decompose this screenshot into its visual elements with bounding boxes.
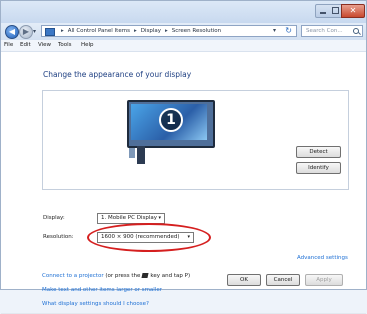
identify-button[interactable]: Identify (296, 162, 341, 174)
breadcrumb-screen-resolution[interactable]: Screen Resolution (172, 28, 221, 34)
screen-resolution-window: ✕ ◀ ▶ ▾ ▸ All Control Panel Items ▸ Display… (0, 0, 367, 314)
back-button[interactable]: ◀ (5, 25, 19, 39)
ok-button[interactable]: OK (227, 274, 261, 286)
menu-file[interactable]: File (4, 40, 13, 51)
breadcrumb-separator-icon: ▸ (61, 28, 64, 34)
display-settings-help-link[interactable]: What display settings should I choose? (42, 301, 149, 307)
projector-hint-text: (or press the (105, 273, 141, 279)
apply-button[interactable]: Apply (305, 274, 343, 286)
monitor-decoration (129, 148, 135, 158)
projector-link-row: Connect to a projector (or press the key … (42, 273, 190, 279)
close-button[interactable]: ✕ (341, 4, 365, 18)
recent-pages-dropdown-icon[interactable]: ▾ (33, 28, 36, 35)
display-preview-panel: 1 (42, 90, 349, 190)
menu-edit[interactable]: Edit (20, 40, 31, 51)
control-panel-icon (45, 28, 55, 36)
connect-projector-link[interactable]: Connect to a projector (42, 273, 104, 279)
menu-bar: File Edit View Tools Help (1, 40, 366, 52)
windows-key-icon (141, 273, 149, 278)
menu-help[interactable]: Help (81, 40, 94, 51)
text-size-link[interactable]: Make text and other items larger or smal… (42, 287, 162, 293)
page-title: Change the appearance of your display (43, 70, 192, 79)
detect-button[interactable]: Detect (296, 146, 341, 158)
refresh-icon[interactable]: ↻ (285, 26, 292, 36)
menu-tools[interactable]: Tools (58, 40, 72, 51)
breadcrumb-all-control-panel-items[interactable]: All Control Panel Items (68, 28, 130, 34)
title-bar: ✕ (1, 1, 366, 23)
monitor-number-badge: 1 (159, 108, 183, 132)
monitor-stand (137, 146, 145, 164)
monitor-screen: 1 (131, 104, 207, 140)
breadcrumb-separator-icon: ▸ (164, 28, 168, 34)
search-icon[interactable] (353, 28, 359, 34)
search-placeholder: Search Con... (306, 28, 343, 34)
display-select-value: 1. Mobile PC Display (101, 215, 157, 221)
breadcrumb-display[interactable]: Display (141, 28, 161, 34)
resolution-label: Resolution: (43, 234, 74, 240)
search-box[interactable]: Search Con... (301, 25, 363, 37)
monitor-icon[interactable]: 1 (127, 100, 215, 148)
navigation-bar: ◀ ▶ ▾ ▸ All Control Panel Items ▸ Display ▸ S… (1, 23, 366, 40)
menu-view[interactable]: View (38, 40, 51, 51)
cancel-button[interactable]: Cancel (266, 274, 300, 286)
address-bar[interactable]: ▸ All Control Panel Items ▸ Display ▸ Screen … (41, 25, 297, 37)
breadcrumb-separator-icon: ▸ (133, 28, 137, 34)
highlight-annotation (87, 223, 211, 252)
advanced-settings-link[interactable]: Advanced settings (297, 255, 348, 261)
forward-button[interactable]: ▶ (19, 25, 33, 39)
breadcrumb: ▸ All Control Panel Items ▸ Display ▸ Screen … (57, 26, 221, 36)
chevron-down-icon: ▾ (158, 215, 161, 221)
address-dropdown-icon[interactable]: ▾ (273, 26, 276, 36)
projector-hint-text-end: key and tap P) (150, 273, 191, 279)
display-label: Display: (43, 215, 65, 221)
main-content: Change the appearance of your display 1 … (1, 52, 366, 314)
